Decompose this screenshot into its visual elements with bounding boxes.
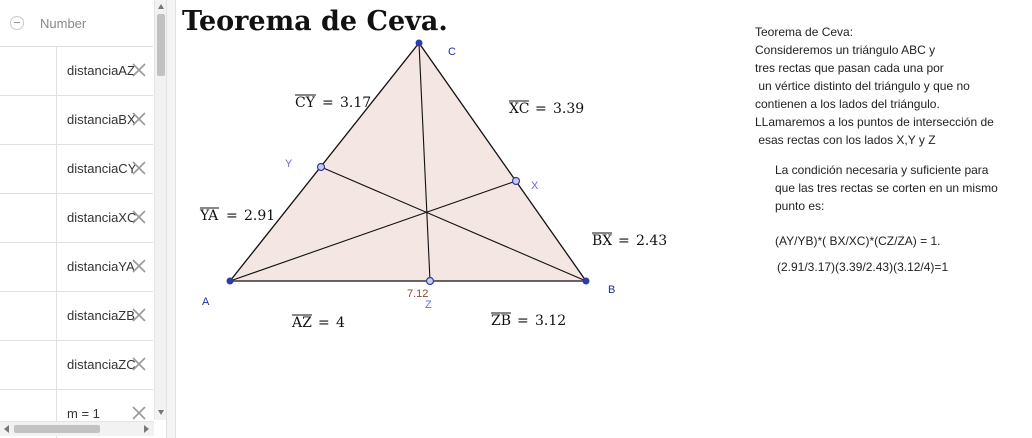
point-x[interactable] (511, 176, 521, 186)
description-line: Teorema de Ceva: (755, 25, 854, 39)
seg-equals: = (535, 101, 547, 117)
seg-name-cy: CY (295, 95, 316, 111)
seg-value-xc: 3.39 (553, 101, 584, 117)
description-line: Consideremos un triángulo ABC y (755, 43, 936, 57)
theorem-description: Teorema de Ceva: Consideremos un triángu… (755, 23, 994, 149)
condition-line: La condición necesaria y suficiente para (775, 163, 989, 177)
condition-line: punto es: (775, 199, 825, 213)
point-y[interactable] (316, 162, 326, 172)
condition-line: que las tres rectas se corten en un mism… (775, 181, 998, 195)
seg-equals: = (318, 315, 330, 331)
description-line: contienen a los lados del triángulo. (755, 97, 940, 111)
seg-name-ya: YA (199, 208, 219, 224)
description-line: tres rectas que pasan cada una por (755, 61, 944, 75)
seg-value-cy: 3.17 (340, 95, 371, 111)
label-c: C (448, 46, 456, 58)
seg-value-ya: 2.91 (244, 208, 275, 224)
point-z[interactable] (425, 276, 435, 286)
seg-value-bx: 2.43 (636, 233, 667, 249)
label-b: B (608, 284, 615, 296)
label-y: Y (285, 158, 293, 170)
seg-name-bx: BX (592, 233, 612, 249)
seg-equals: = (226, 208, 238, 224)
seg-equals: = (517, 313, 529, 329)
seg-name-xc: XC (509, 101, 529, 117)
seg-name-az: AZ (291, 315, 312, 331)
point-c[interactable] (415, 39, 423, 47)
description-line: esas rectas con los lados X,Y y Z (755, 133, 936, 147)
seg-name-zb: ZB (491, 313, 511, 329)
description-line: un vértice distinto del triángulo y que … (755, 79, 970, 93)
seg-equals: = (322, 95, 334, 111)
seg-value-az: 4 (336, 315, 345, 331)
formula-text: (AY/YB)*( BX/XC)*(CZ/ZA) = 1. (775, 234, 941, 248)
description-line: LLamaremos a los puntos de intersección … (755, 115, 994, 129)
label-a: A (202, 296, 210, 308)
condition-text: La condición necesaria y suficiente para… (775, 161, 998, 215)
value-label: 7.12 (407, 288, 428, 300)
seg-equals: = (618, 233, 630, 249)
point-a[interactable] (226, 277, 234, 285)
triangle-abc[interactable] (228, 41, 588, 282)
label-z: Z (425, 299, 432, 311)
evaluation-text: (2.91/3.17)(3.39/2.43)(3.12/4)=1 (777, 260, 949, 274)
label-x: X (531, 180, 539, 192)
point-b[interactable] (582, 277, 590, 285)
seg-value-zb: 3.12 (535, 313, 566, 329)
